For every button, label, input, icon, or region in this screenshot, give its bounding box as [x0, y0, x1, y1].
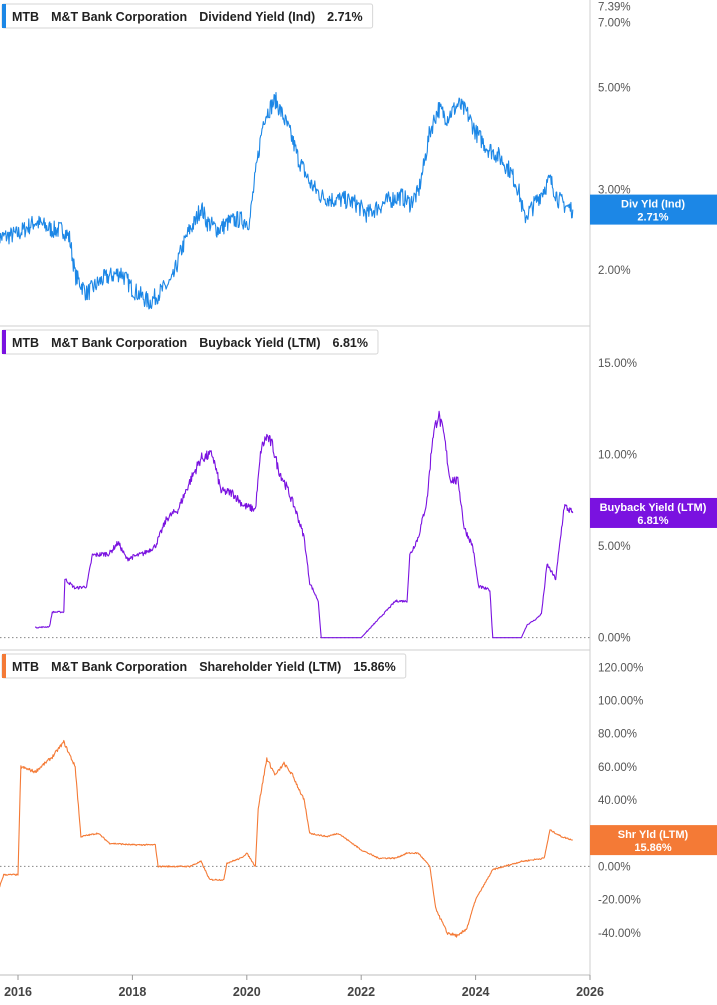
- legend-2: MTB M&T Bank Corporation Buyback Yield (LT…: [1, 329, 379, 355]
- y-tick-label: 5.00%: [598, 541, 631, 553]
- y-tick-label: 120.00%: [598, 662, 643, 674]
- y-tick-label: -40.00%: [598, 928, 641, 940]
- legend-company: M&T Bank Corporation: [51, 10, 187, 24]
- x-tick-label: 2020: [233, 985, 261, 999]
- value-tag-value: 15.86%: [634, 842, 672, 854]
- legend-company: M&T Bank Corporation: [51, 660, 187, 674]
- value-tag-2: Buyback Yield (LTM)6.81%: [590, 497, 717, 528]
- y-tick-label: 3.00%: [598, 184, 631, 196]
- y-tick-label: 10.00%: [598, 450, 637, 462]
- legend-color-swatch: [2, 330, 6, 354]
- legend-series-name: Shareholder Yield (LTM): [199, 660, 341, 674]
- x-tick-label: 2022: [347, 985, 375, 999]
- value-tag-label: Div Yld (Ind): [621, 199, 685, 211]
- legend-color-swatch: [2, 654, 6, 678]
- legend-ticker: MTB: [12, 10, 39, 24]
- y-tick-label: 100.00%: [598, 695, 643, 707]
- y-tick-label: 7.39%: [598, 2, 631, 14]
- y-tick-label: -20.00%: [598, 895, 641, 907]
- series-line-3: [0, 739, 573, 938]
- y-tick-label: 40.00%: [598, 795, 637, 807]
- legend-3: MTB M&T Bank Corporation Shareholder Yield…: [1, 653, 407, 679]
- x-tick-label: 2016: [4, 985, 32, 999]
- series-line-2: [34, 410, 574, 639]
- y-tick-label: 0.00%: [598, 861, 631, 873]
- y-tick-label: 2.00%: [598, 265, 631, 277]
- y-tick-label: 80.00%: [598, 729, 637, 741]
- legend-color-swatch: [2, 4, 6, 28]
- value-tag-1: Div Yld (Ind)2.71%: [590, 194, 717, 225]
- legend-company: M&T Bank Corporation: [51, 336, 187, 350]
- x-tick-label: 2024: [462, 985, 490, 999]
- x-tick-label: 2018: [118, 985, 146, 999]
- value-tag-value: 2.71%: [637, 212, 668, 224]
- legend-series-name: Dividend Yield (Ind): [199, 10, 315, 24]
- y-tick-label: 0.00%: [598, 633, 631, 645]
- value-tag-label: Shr Yld (LTM): [618, 829, 689, 841]
- legend-ticker: MTB: [12, 336, 39, 350]
- multi-panel-yield-chart: 7.39% 7.00% 5.00% 3.00% 2.00% 15.00% 10.00% 5.0…: [0, 0, 717, 999]
- legend-value: 6.81%: [333, 336, 368, 350]
- value-tag-value: 6.81%: [637, 515, 668, 527]
- series-line-1: [0, 91, 574, 310]
- y-tick-label: 60.00%: [598, 762, 637, 774]
- y-tick-label: 15.00%: [598, 358, 637, 370]
- value-tag-label: Buyback Yield (LTM): [600, 502, 707, 514]
- x-tick-label: 2026: [576, 985, 604, 999]
- legend-series-name: Buyback Yield (LTM): [199, 336, 320, 350]
- legend-ticker: MTB: [12, 660, 39, 674]
- legend-1: MTB M&T Bank Corporation Dividend Yield (I…: [1, 3, 374, 29]
- legend-value: 15.86%: [353, 660, 395, 674]
- y-tick-label: 7.00%: [598, 17, 631, 29]
- legend-value: 2.71%: [327, 10, 362, 24]
- value-tag-3: Shr Yld (LTM)15.86%: [590, 825, 717, 856]
- y-tick-label: 5.00%: [598, 82, 631, 94]
